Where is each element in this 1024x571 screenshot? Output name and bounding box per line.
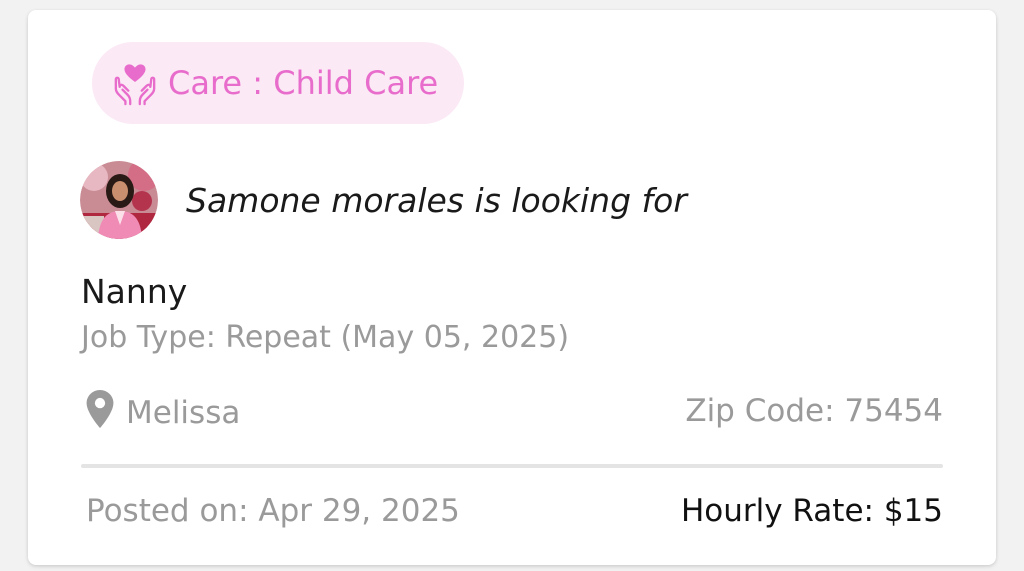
posted-date: Posted on: Apr 29, 2025 <box>86 493 460 529</box>
job-type: Job Type: Repeat (May 05, 2025) <box>81 320 570 355</box>
care-category-label: Care : Child Care <box>168 64 439 102</box>
user-avatar[interactable] <box>80 161 158 239</box>
care-category-badge: Care : Child Care <box>92 42 465 124</box>
location: Melissa <box>86 390 240 436</box>
heart-in-hands-icon <box>112 60 158 106</box>
map-pin-icon <box>86 390 114 436</box>
job-card[interactable]: Care : Child Care Samone morales is look… <box>28 10 996 565</box>
poster-looking-text: Samone morales is looking for <box>186 180 687 220</box>
divider <box>81 464 943 468</box>
poster-row: Samone morales is looking for <box>80 161 687 239</box>
hourly-rate: Hourly Rate: $15 <box>680 493 943 529</box>
location-city: Melissa <box>126 395 241 431</box>
job-title: Nanny <box>81 272 188 311</box>
zip-code: Zip Code: 75454 <box>685 393 943 429</box>
